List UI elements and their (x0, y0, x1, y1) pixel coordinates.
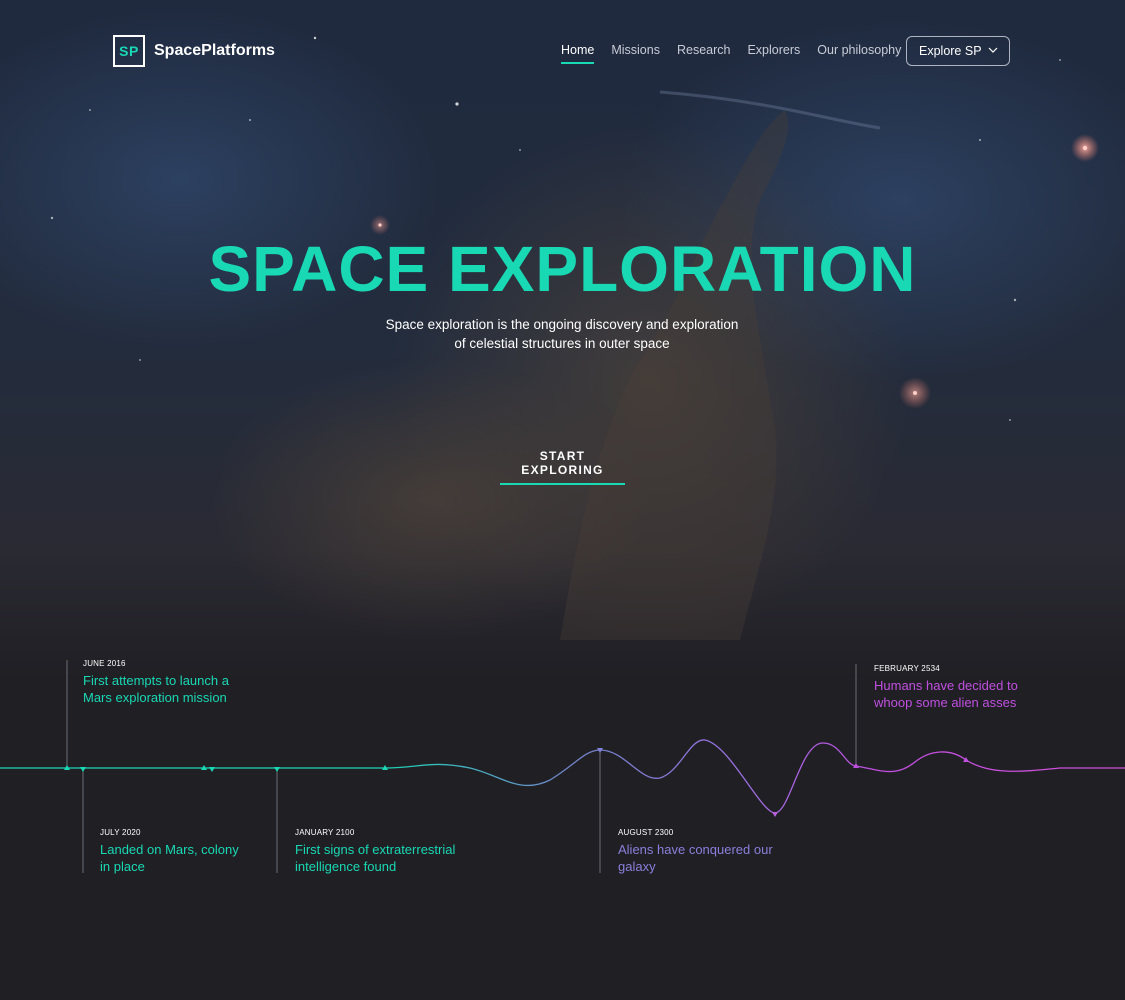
timeline-wave (0, 739, 1125, 814)
timeline-event-january-2100[interactable]: JANUARY 2100 First signs of extraterrest… (295, 828, 505, 875)
timeline-markers (64, 748, 969, 817)
event-description: Aliens have conquered our galaxy (618, 841, 818, 875)
event-date: JULY 2020 (100, 828, 141, 837)
marker-b (209, 767, 215, 772)
event-description-line-1: First signs of extraterrestrial (295, 842, 456, 857)
event-description-line-2: Mars exploration mission (83, 690, 227, 705)
event-description-line-2: intelligence found (295, 859, 397, 874)
marker-july-2020 (80, 767, 86, 772)
timeline-event-june-2016[interactable]: JUNE 2016 First attempts to launch a Mar… (83, 659, 283, 706)
marker-january-2100 (274, 767, 280, 772)
event-description-line-1: Aliens have conquered our (618, 842, 773, 857)
event-description-line-1: Landed on Mars, colony (100, 842, 239, 857)
timeline-event-august-2300[interactable]: AUGUST 2300 Aliens have conquered our ga… (618, 828, 818, 875)
event-description-line-1: Humans have decided to (874, 678, 1018, 693)
event-description-line-2: whoop some alien asses (874, 695, 1017, 710)
event-date: AUGUST 2300 (618, 828, 674, 837)
event-date: JANUARY 2100 (295, 828, 355, 837)
timeline-event-july-2020[interactable]: JULY 2020 Landed on Mars, colony in plac… (100, 828, 300, 875)
event-description: First signs of extraterrestrial intellig… (295, 841, 505, 875)
event-description-line-2: in place (100, 859, 145, 874)
event-description-line-2: galaxy (618, 859, 656, 874)
event-date: FEBRUARY 2534 (874, 664, 940, 673)
marker-d (772, 812, 778, 817)
event-description: First attempts to launch a Mars explorat… (83, 672, 283, 706)
timeline-event-february-2534[interactable]: FEBRUARY 2534 Humans have decided to who… (874, 664, 1074, 711)
event-description-line-1: First attempts to launch a (83, 673, 229, 688)
event-description: Humans have decided to whoop some alien … (874, 677, 1074, 711)
event-date: JUNE 2016 (83, 659, 126, 668)
event-description: Landed on Mars, colony in place (100, 841, 300, 875)
